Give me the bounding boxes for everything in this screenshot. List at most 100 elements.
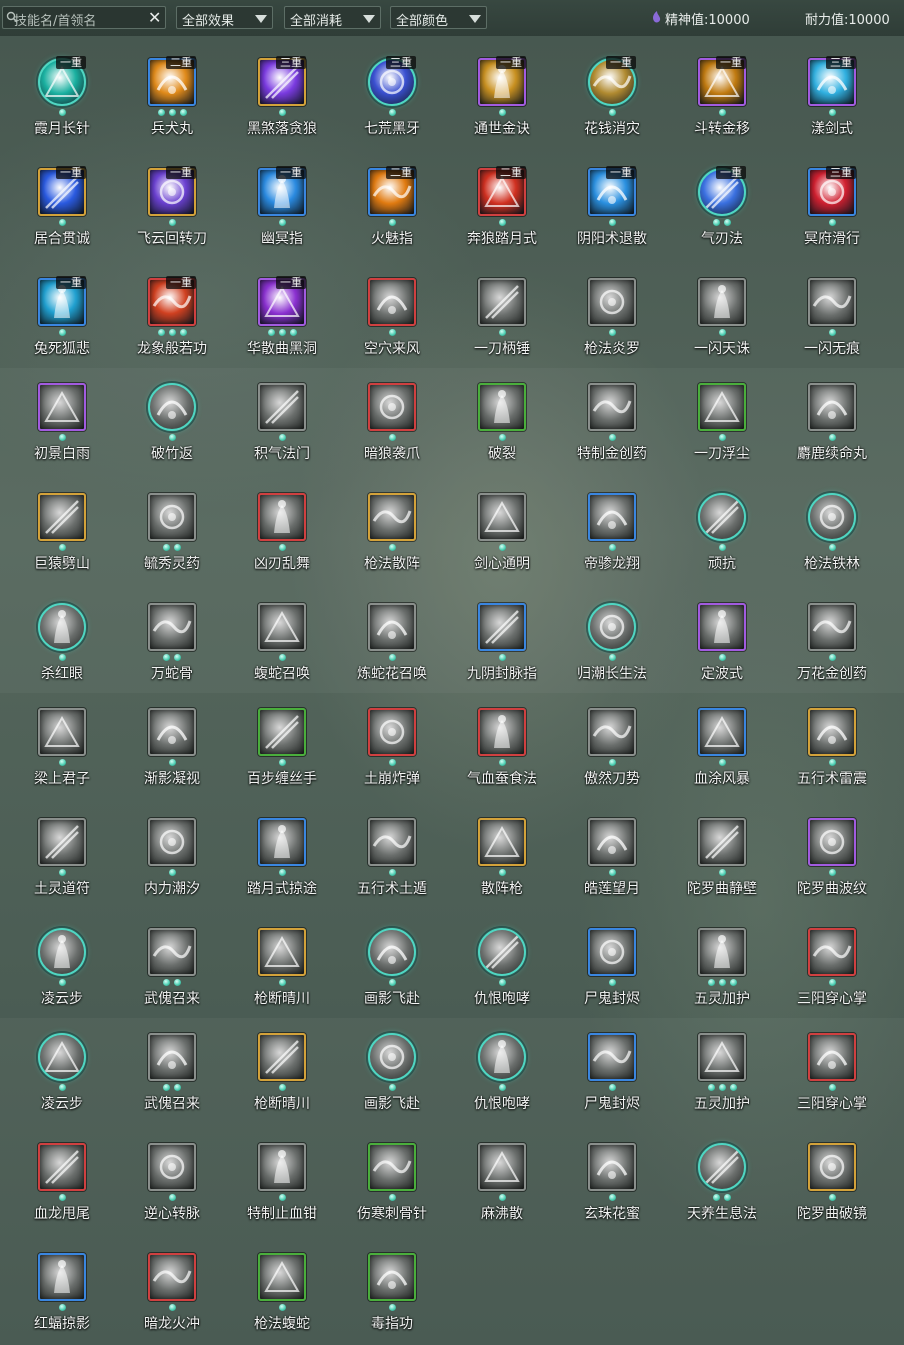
skill-item[interactable]: 三阳穿心掌 (782, 1033, 882, 1123)
skill-item[interactable]: 一重 花钱消灾 (562, 56, 662, 148)
skill-item[interactable]: 枪断晴川 (232, 1033, 332, 1123)
skill-item[interactable]: 炼蛇花召唤 (342, 603, 442, 693)
skill-icon[interactable] (588, 708, 636, 756)
skill-icon[interactable] (478, 708, 526, 756)
skill-item[interactable]: 傲然刀势 (562, 708, 662, 798)
skill-icon[interactable] (38, 928, 86, 976)
skill-item[interactable]: 空穴来风 (342, 278, 442, 368)
skill-item[interactable]: 百步缠丝手 (232, 708, 332, 798)
skill-icon[interactable] (148, 928, 196, 976)
skill-icon[interactable] (38, 708, 86, 756)
skill-icon[interactable] (588, 278, 636, 326)
skill-item[interactable]: 内力潮汐 (122, 818, 222, 908)
skill-item[interactable]: 积气法门 (232, 383, 332, 473)
skill-icon[interactable] (38, 383, 86, 431)
skill-item[interactable]: 一重 幽冥指 (232, 166, 332, 258)
skill-icon[interactable] (698, 1033, 746, 1081)
skill-item[interactable]: 麻沸散 (452, 1143, 552, 1233)
skill-icon[interactable] (38, 1253, 86, 1301)
skill-item[interactable]: 一重 通世金诀 (452, 56, 552, 148)
skill-item[interactable]: 一重 兔死狐悲 (12, 276, 112, 368)
skill-item[interactable]: 踏月式掠途 (232, 818, 332, 908)
skill-icon[interactable] (588, 603, 636, 651)
skill-item[interactable]: 三重 漾剑式 (782, 56, 882, 148)
skill-icon[interactable] (478, 1143, 526, 1191)
skill-item[interactable]: 破裂 (452, 383, 552, 473)
cost-filter-dropdown[interactable]: 全部消耗 (284, 6, 381, 29)
skill-icon[interactable] (148, 818, 196, 866)
skill-item[interactable]: 画影飞赴 (342, 928, 442, 1018)
skill-icon[interactable] (368, 493, 416, 541)
skill-item[interactable]: 一重 斗转金移 (672, 56, 772, 148)
skill-item[interactable]: 三阳穿心掌 (782, 928, 882, 1018)
skill-item[interactable]: 一重 霞月长针 (12, 56, 112, 148)
skill-icon[interactable] (698, 1143, 746, 1191)
color-filter-dropdown[interactable]: 全部颜色 (390, 6, 487, 29)
skill-icon[interactable] (258, 708, 306, 756)
skill-item[interactable]: 陀罗曲波纹 (782, 818, 882, 908)
skill-item[interactable]: 天养生息法 (672, 1143, 772, 1233)
skill-icon[interactable] (368, 383, 416, 431)
skill-icon[interactable] (258, 818, 306, 866)
skill-item[interactable]: 枪断晴川 (232, 928, 332, 1018)
skill-icon[interactable] (258, 493, 306, 541)
skill-icon[interactable] (148, 708, 196, 756)
skill-item[interactable]: 土崩炸弹 (342, 708, 442, 798)
skill-icon[interactable] (478, 818, 526, 866)
skill-item[interactable]: 帝骖龙翔 (562, 493, 662, 583)
skill-icon[interactable] (478, 383, 526, 431)
skill-icon[interactable] (698, 383, 746, 431)
skill-item[interactable]: 枪法炎罗 (562, 278, 662, 368)
skill-item[interactable]: 麝鹿续命丸 (782, 383, 882, 473)
skill-icon[interactable] (38, 1143, 86, 1191)
skill-icon[interactable] (808, 383, 856, 431)
skill-icon[interactable] (698, 493, 746, 541)
skill-item[interactable]: 枪法铁林 (782, 493, 882, 583)
skill-item[interactable]: 五灵加护 (672, 928, 772, 1018)
skill-icon[interactable] (368, 1143, 416, 1191)
skill-item[interactable]: 陀罗曲破镜 (782, 1143, 882, 1233)
skill-icon[interactable] (148, 1143, 196, 1191)
search-box[interactable]: 技能名/首领名 ✕ (2, 6, 166, 29)
skill-item[interactable]: 仇恨咆哮 (452, 1033, 552, 1123)
skill-item[interactable]: 二重 火魅指 (342, 166, 442, 258)
skill-item[interactable]: 尸鬼封烬 (562, 928, 662, 1018)
skill-icon[interactable] (698, 928, 746, 976)
skill-icon[interactable] (808, 1143, 856, 1191)
skill-icon[interactable] (258, 1253, 306, 1301)
skill-item[interactable]: 尸鬼封烬 (562, 1033, 662, 1123)
skill-item[interactable]: 凌云步 (12, 1033, 112, 1123)
skill-item[interactable]: 万花金创药 (782, 603, 882, 693)
skill-icon[interactable] (808, 278, 856, 326)
skill-item[interactable]: 枪法散阵 (342, 493, 442, 583)
skill-item[interactable]: 红蝠掠影 (12, 1253, 112, 1343)
skill-icon[interactable] (588, 928, 636, 976)
skill-item[interactable]: 五行术雷震 (782, 708, 882, 798)
skill-icon[interactable] (148, 383, 196, 431)
skill-item[interactable]: 一闪无痕 (782, 278, 882, 368)
skill-icon[interactable] (698, 818, 746, 866)
skill-icon[interactable] (148, 603, 196, 651)
skill-icon[interactable] (808, 603, 856, 651)
skill-item[interactable]: 一重 阴阳术退散 (562, 166, 662, 258)
skill-item[interactable]: 一闪天诛 (672, 278, 772, 368)
skill-item[interactable]: 二重 奔狼踏月式 (452, 166, 552, 258)
skill-item[interactable]: 特制止血钳 (232, 1143, 332, 1233)
skill-item[interactable]: 画影飞赴 (342, 1033, 442, 1123)
skill-icon[interactable] (38, 1033, 86, 1081)
effect-filter-dropdown[interactable]: 全部效果 (176, 6, 273, 29)
skill-icon[interactable] (368, 708, 416, 756)
skill-icon[interactable] (808, 493, 856, 541)
skill-item[interactable]: 一重 气刃法 (672, 166, 772, 258)
skill-icon[interactable] (588, 1143, 636, 1191)
skill-item[interactable]: 剑心通明 (452, 493, 552, 583)
skill-item[interactable]: 三重 冥府滑行 (782, 166, 882, 258)
skill-icon[interactable] (148, 1253, 196, 1301)
skill-item[interactable]: 二重 兵犬丸 (122, 56, 222, 148)
skill-icon[interactable] (148, 493, 196, 541)
skill-item[interactable]: 陀罗曲静壁 (672, 818, 772, 908)
skill-icon[interactable] (368, 928, 416, 976)
skill-item[interactable]: 特制金创药 (562, 383, 662, 473)
skill-icon[interactable] (258, 928, 306, 976)
skill-icon[interactable] (258, 1143, 306, 1191)
